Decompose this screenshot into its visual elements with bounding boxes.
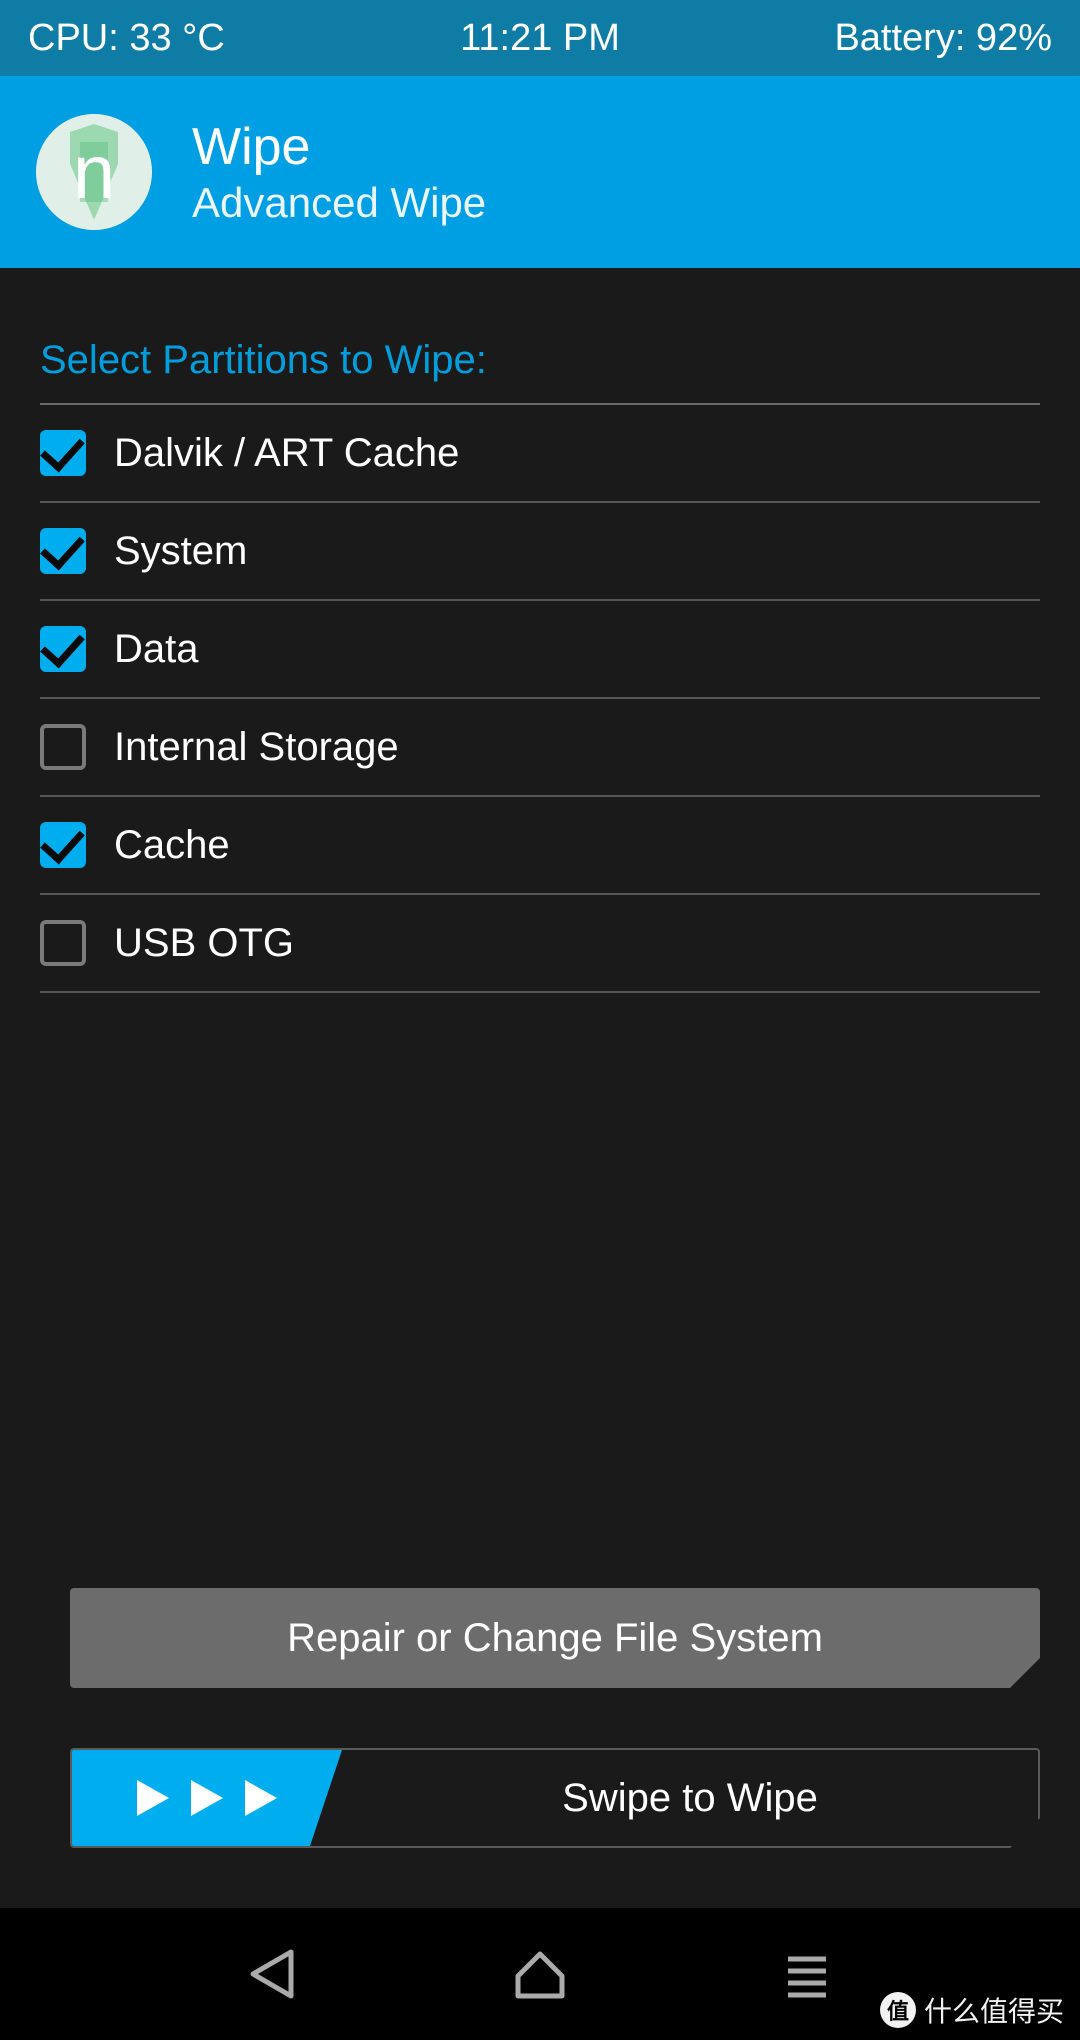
partition-list: Dalvik / ART Cache System Data Internal Sto… [40,405,1040,993]
home-button[interactable] [508,1942,572,2006]
partition-label: Cache [114,823,230,868]
page-title: Wipe [192,117,486,177]
partition-checkbox[interactable] [40,626,86,672]
status-bar: CPU: 33 °C 11:21 PM Battery: 92% [0,0,1080,76]
partition-label: Dalvik / ART Cache [114,431,459,476]
page-subtitle: Advanced Wipe [192,179,486,227]
partition-label: USB OTG [114,921,294,966]
play-icon [129,1774,177,1822]
swipe-label: Swipe to Wipe [342,1776,1038,1821]
partition-checkbox[interactable] [40,430,86,476]
partition-label: System [114,529,247,574]
clock: 11:21 PM [460,17,620,60]
back-button[interactable] [241,1942,305,2006]
partition-item[interactable]: USB OTG [40,895,1040,993]
swipe-handle[interactable] [72,1750,342,1846]
watermark: 值 什么值得买 [880,1990,1064,2030]
menu-lines-icon [782,1949,832,1999]
partition-item[interactable]: Dalvik / ART Cache [40,405,1040,503]
section-label: Select Partitions to Wipe: [40,338,1040,405]
swipe-to-wipe-slider[interactable]: Swipe to Wipe [70,1748,1040,1848]
partition-label: Internal Storage [114,725,399,770]
partition-label: Data [114,627,199,672]
repair-button-label: Repair or Change File System [287,1616,823,1661]
cpu-temp: CPU: 33 °C [28,17,225,60]
partition-checkbox[interactable] [40,724,86,770]
app-logo-icon: n [36,114,152,230]
play-icon [183,1774,231,1822]
header: n Wipe Advanced Wipe [0,76,1080,268]
partition-checkbox[interactable] [40,528,86,574]
partition-item[interactable]: Data [40,601,1040,699]
back-triangle-icon [245,1946,301,2002]
home-icon [510,1944,570,2004]
partition-item[interactable]: Cache [40,797,1040,895]
watermark-badge: 值 [880,1992,916,2028]
partition-item[interactable]: System [40,503,1040,601]
content-area: Select Partitions to Wipe: Dalvik / ART … [0,268,1080,1908]
play-icon [237,1774,285,1822]
repair-change-filesystem-button[interactable]: Repair or Change File System [70,1588,1040,1688]
partition-checkbox[interactable] [40,822,86,868]
menu-button[interactable] [775,1942,839,2006]
battery-level: Battery: 92% [834,17,1052,60]
watermark-text: 什么值得买 [924,1990,1064,2030]
logo-letter: n [73,129,115,216]
partition-checkbox[interactable] [40,920,86,966]
partition-item[interactable]: Internal Storage [40,699,1040,797]
